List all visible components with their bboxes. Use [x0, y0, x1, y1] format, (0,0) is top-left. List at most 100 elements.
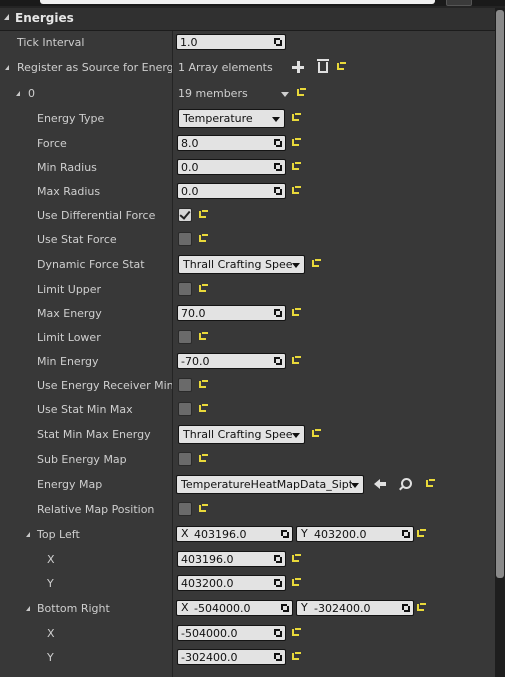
force-label: Force [37, 137, 67, 150]
dynamic-force-stat-select[interactable]: Thrall Crafting Speed [178, 255, 305, 274]
min-radius-input[interactable]: 0.0 [177, 159, 286, 175]
reset-to-default-icon[interactable] [311, 258, 321, 270]
row-use-stat-min-max: Use Stat Min Max [0, 398, 495, 422]
collapse-arrow-icon[interactable] [4, 14, 9, 20]
drag-handle-icon[interactable] [281, 604, 289, 612]
limit-upper-checkbox[interactable] [178, 282, 192, 296]
drag-handle-icon[interactable] [274, 357, 282, 365]
row-bottom-right-y: Y -302400.0 [0, 646, 495, 670]
energy-map-select[interactable]: TemperatureHeatMapData_Siptah [176, 475, 364, 494]
browse-search-icon[interactable] [398, 478, 412, 492]
max-radius-input[interactable]: 0.0 [177, 183, 286, 199]
sub-energy-map-checkbox[interactable] [178, 452, 192, 466]
use-energy-receiver-label-clip: Use Energy Receiver Min Max [0, 374, 172, 398]
use-stat-min-max-label: Use Stat Min Max [37, 403, 133, 416]
top-left-x-field[interactable]: 403196.0 [177, 551, 286, 567]
max-radius-label: Max Radius [37, 185, 101, 198]
reset-to-default-icon[interactable] [291, 577, 301, 589]
reset-to-default-icon[interactable] [291, 112, 301, 124]
stat-min-max-energy-value: Thrall Crafting Speed [183, 428, 293, 441]
limit-upper-label: Limit Upper [37, 283, 102, 296]
drag-handle-icon[interactable] [274, 579, 282, 587]
reset-to-default-icon[interactable] [291, 553, 301, 565]
reset-to-default-icon[interactable] [198, 403, 208, 415]
top-left-x-input[interactable]: X 403196.0 [176, 526, 293, 542]
bottom-right-y-field-value: -302400.0 [181, 651, 238, 664]
reset-to-default-icon[interactable] [198, 283, 208, 295]
search-input[interactable] [40, 0, 435, 4]
reset-to-default-icon[interactable] [416, 602, 426, 614]
scrollbar-thumb[interactable] [496, 10, 504, 578]
reset-to-default-icon[interactable] [291, 307, 301, 319]
expand-arrow-icon[interactable] [16, 91, 20, 96]
drag-handle-icon[interactable] [274, 163, 282, 171]
drag-handle-icon[interactable] [274, 38, 282, 46]
drag-handle-icon[interactable] [274, 653, 282, 661]
details-panel: Tick Interval 1.0 Register as Source for… [0, 31, 495, 677]
drag-handle-icon[interactable] [402, 530, 410, 538]
min-energy-input[interactable]: -70.0 [177, 353, 286, 369]
register-label: Register as Source for Energies [17, 61, 172, 74]
reset-to-default-icon[interactable] [291, 627, 301, 639]
top-left-y-field[interactable]: 403200.0 [177, 575, 286, 591]
reset-to-default-icon[interactable] [198, 233, 208, 245]
reset-to-default-icon[interactable] [198, 209, 208, 221]
use-energy-receiver-checkbox[interactable] [178, 378, 192, 392]
stat-min-max-energy-select[interactable]: Thrall Crafting Speed [178, 425, 305, 444]
bottom-right-x-input[interactable]: X -504000.0 [176, 600, 293, 616]
energy-type-label: Energy Type [37, 112, 105, 125]
delete-all-icon[interactable] [317, 59, 329, 73]
energy-type-value: Temperature [183, 112, 253, 125]
bottom-right-y-field[interactable]: -302400.0 [177, 649, 286, 665]
element-options-dropdown-icon[interactable] [281, 92, 289, 97]
max-energy-input[interactable]: 70.0 [177, 305, 286, 321]
relative-map-position-checkbox[interactable] [178, 502, 192, 516]
reset-to-default-icon[interactable] [198, 379, 208, 391]
bottom-right-y-input[interactable]: Y -302400.0 [296, 600, 414, 616]
row-use-energy-receiver: Use Energy Receiver Min Max [0, 374, 495, 398]
reset-to-default-icon[interactable] [198, 453, 208, 465]
expand-arrow-icon[interactable] [26, 606, 30, 611]
drag-handle-icon[interactable] [402, 604, 410, 612]
min-energy-value: -70.0 [181, 355, 210, 368]
limit-lower-checkbox[interactable] [178, 330, 192, 344]
reset-to-default-icon[interactable] [291, 161, 301, 173]
use-stat-min-max-checkbox[interactable] [178, 402, 192, 416]
expand-arrow-icon[interactable] [26, 532, 30, 537]
reset-to-default-icon[interactable] [296, 87, 306, 99]
reset-to-default-icon[interactable] [198, 331, 208, 343]
reset-to-default-icon[interactable] [291, 355, 301, 367]
view-options-icon[interactable] [446, 0, 472, 6]
use-selected-asset-arrow-icon[interactable] [374, 478, 388, 490]
reset-to-default-icon[interactable] [416, 528, 426, 540]
drag-handle-icon[interactable] [281, 530, 289, 538]
reset-to-default-icon[interactable] [291, 185, 301, 197]
tick-interval-input[interactable]: 1.0 [176, 34, 286, 50]
drag-handle-icon[interactable] [274, 187, 282, 195]
top-left-y-input[interactable]: Y 403200.0 [296, 526, 414, 542]
drag-handle-icon[interactable] [274, 555, 282, 563]
bottom-right-y-value: -302400.0 [314, 602, 371, 615]
bottom-right-x-field[interactable]: -504000.0 [177, 625, 286, 641]
section-header-energies[interactable]: Energies [0, 8, 495, 31]
add-element-icon[interactable] [292, 61, 304, 73]
row-sub-energy-map: Sub Energy Map [0, 448, 495, 472]
row-energy-type: Energy Type Temperature [0, 107, 495, 131]
reset-to-default-icon[interactable] [291, 137, 301, 149]
drag-handle-icon[interactable] [274, 309, 282, 317]
force-input[interactable]: 8.0 [177, 135, 286, 151]
reset-to-default-icon[interactable] [425, 478, 435, 490]
reset-to-default-icon[interactable] [291, 651, 301, 663]
drag-handle-icon[interactable] [274, 139, 282, 147]
reset-to-default-icon[interactable] [198, 503, 208, 515]
use-differential-force-checkbox[interactable] [178, 208, 192, 222]
max-energy-label: Max Energy [37, 307, 102, 320]
energy-type-select[interactable]: Temperature [178, 109, 285, 128]
drag-handle-icon[interactable] [274, 629, 282, 637]
use-stat-force-checkbox[interactable] [178, 232, 192, 246]
reset-to-default-icon[interactable] [336, 61, 346, 73]
bottom-right-x-value: -504000.0 [194, 602, 251, 615]
column-divider[interactable] [172, 31, 173, 677]
reset-to-default-icon[interactable] [311, 428, 321, 440]
dynamic-force-stat-label: Dynamic Force Stat [37, 258, 145, 271]
